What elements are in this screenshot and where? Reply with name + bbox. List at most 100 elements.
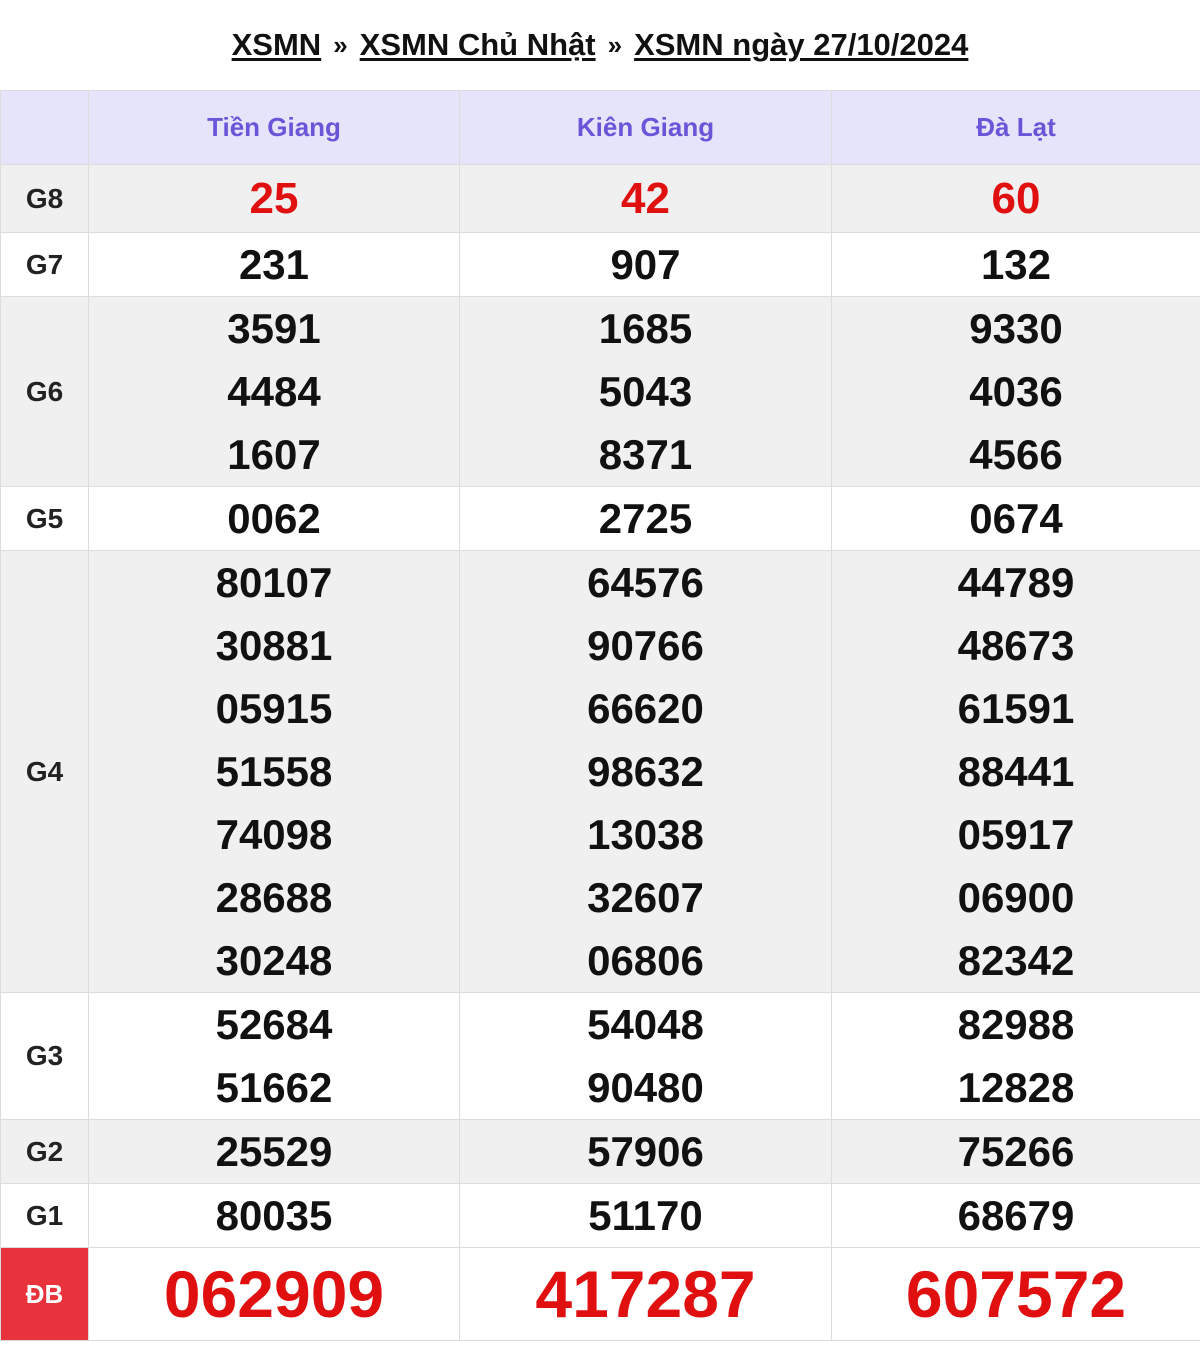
result-number: 74098	[215, 811, 333, 858]
result-number: 3591	[227, 305, 321, 352]
prize-label: G3	[0, 992, 89, 1120]
result-cell: 0674	[831, 486, 1200, 551]
breadcrumb-link-date[interactable]: XSMN ngày 27/10/2024	[634, 27, 968, 63]
result-number: 48673	[957, 622, 1075, 669]
result-number: 062909	[163, 1257, 385, 1331]
breadcrumb: XSMN » XSMN Chủ Nhật » XSMN ngày 27/10/2…	[0, 0, 1200, 90]
prize-row-0: G8 25 42 60	[0, 164, 1200, 233]
result-number: 51662	[215, 1064, 333, 1111]
result-number: 90480	[587, 1064, 704, 1111]
result-cell: 0062	[88, 486, 460, 551]
results-table: Tiền Giang Kiên Giang Đà Lạt G8 25 42 60 G7 2…	[0, 90, 1200, 1341]
prize-row-8: ĐB 062909 417287 607572	[0, 1247, 1200, 1341]
result-number: 68679	[957, 1192, 1075, 1239]
result-number: 06806	[587, 937, 704, 984]
breadcrumb-link-sunday[interactable]: XSMN Chủ Nhật	[360, 27, 596, 63]
result-cell: 80107 30881 05915 51558 74098 28688 30248	[88, 550, 460, 993]
result-number: 75266	[957, 1128, 1075, 1175]
result-number: 231	[238, 241, 310, 288]
prize-row-3: G5 0062 2725 0674	[0, 486, 1200, 551]
result-number: 4566	[969, 431, 1063, 478]
prize-label: G1	[0, 1183, 89, 1248]
result-cell: 44789 48673 61591 88441 05917 06900 82342	[831, 550, 1200, 993]
result-number: 9330	[969, 305, 1063, 352]
result-number: 417287	[535, 1257, 756, 1331]
result-number: 98632	[587, 748, 704, 795]
result-number: 88441	[957, 748, 1075, 795]
result-cell: 062909	[88, 1247, 460, 1341]
result-number: 25	[249, 174, 299, 223]
result-number: 32607	[587, 874, 704, 921]
result-cell: 42	[459, 164, 832, 233]
result-cell: 907	[459, 232, 832, 297]
result-cell: 132	[831, 232, 1200, 297]
result-number: 25529	[215, 1128, 333, 1175]
result-number: 05915	[215, 685, 333, 732]
prize-label: G6	[0, 296, 89, 487]
result-number: 64576	[587, 559, 704, 606]
breadcrumb-separator: »	[333, 29, 348, 60]
result-cell: 52684 51662	[88, 992, 460, 1120]
result-number: 52684	[215, 1001, 333, 1048]
result-number: 66620	[587, 685, 704, 732]
breadcrumb-link-xsmn[interactable]: XSMN	[232, 27, 322, 63]
header-corner-cell	[0, 90, 89, 165]
result-cell: 3591 4484 1607	[88, 296, 460, 487]
result-number: 60	[991, 174, 1041, 223]
result-number: 54048	[587, 1001, 704, 1048]
result-number: 30881	[215, 622, 333, 669]
result-cell: 607572	[831, 1247, 1200, 1341]
prize-row-7: G1 80035 51170 68679	[0, 1183, 1200, 1248]
prize-row-5: G3 52684 51662 54048 90480 82988 12828	[0, 992, 1200, 1120]
province-header-da-lat[interactable]: Đà Lạt	[831, 90, 1200, 165]
result-number: 0062	[227, 495, 321, 542]
prize-label: G2	[0, 1119, 89, 1184]
result-cell: 231	[88, 232, 460, 297]
result-number: 907	[610, 241, 681, 288]
result-number: 05917	[957, 811, 1075, 858]
result-number: 1607	[227, 431, 321, 478]
prize-label: G5	[0, 486, 89, 551]
result-number: 57906	[587, 1128, 704, 1175]
result-number: 51558	[215, 748, 333, 795]
result-number: 80107	[215, 559, 333, 606]
prize-row-1: G7 231 907 132	[0, 232, 1200, 297]
result-cell: 80035	[88, 1183, 460, 1248]
result-number: 51170	[588, 1192, 703, 1239]
result-cell: 57906	[459, 1119, 832, 1184]
result-cell: 68679	[831, 1183, 1200, 1248]
result-number: 90766	[587, 622, 704, 669]
result-number: 12828	[957, 1064, 1075, 1111]
result-cell: 54048 90480	[459, 992, 832, 1120]
result-number: 0674	[969, 495, 1063, 542]
result-number: 4484	[227, 368, 321, 415]
result-number: 4036	[969, 368, 1063, 415]
result-cell: 25	[88, 164, 460, 233]
result-number: 1685	[598, 305, 693, 352]
result-cell: 1685 5043 8371	[459, 296, 832, 487]
breadcrumb-separator: »	[607, 29, 623, 60]
prize-label: G8	[0, 164, 89, 233]
result-cell: 51170	[459, 1183, 832, 1248]
province-header-tien-giang[interactable]: Tiền Giang	[88, 90, 460, 165]
result-number: 82988	[957, 1001, 1075, 1048]
result-cell: 25529	[88, 1119, 460, 1184]
result-number: 61591	[957, 685, 1075, 732]
result-number: 06900	[957, 874, 1075, 921]
prize-row-6: G2 25529 57906 75266	[0, 1119, 1200, 1184]
result-number: 2725	[598, 495, 693, 542]
result-number: 42	[621, 174, 670, 223]
result-number: 30248	[215, 937, 333, 984]
result-cell: 75266	[831, 1119, 1200, 1184]
province-header-kien-giang[interactable]: Kiên Giang	[459, 90, 832, 165]
province-header-row: Tiền Giang Kiên Giang Đà Lạt	[0, 90, 1200, 165]
prize-row-4: G4 80107 30881 05915 51558 74098 28688 30248 645…	[0, 550, 1200, 993]
result-number: 5043	[598, 368, 693, 415]
result-number: 607572	[905, 1257, 1127, 1331]
result-number: 44789	[957, 559, 1075, 606]
result-cell: 9330 4036 4566	[831, 296, 1200, 487]
result-cell: 82988 12828	[831, 992, 1200, 1120]
result-number: 80035	[215, 1192, 333, 1239]
prize-row-2: G6 3591 4484 1607 1685 5043 8371 9330 4036 4566	[0, 296, 1200, 487]
result-number: 8371	[598, 431, 693, 478]
